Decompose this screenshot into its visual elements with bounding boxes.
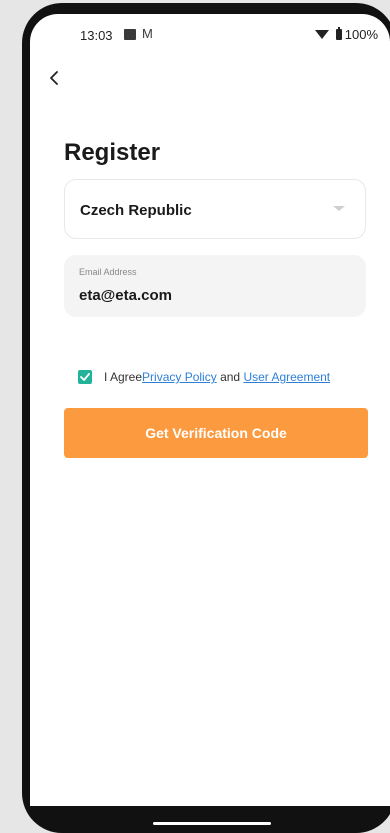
page-title: Register [64, 139, 161, 166]
home-indicator[interactable] [153, 822, 271, 825]
notification-square-icon [124, 29, 136, 40]
battery-icon [335, 27, 342, 40]
agree-checkbox[interactable] [78, 370, 92, 384]
status-time: 13:03 [80, 28, 113, 43]
get-verification-code-button[interactable]: Get Verification Code [64, 408, 368, 458]
agreement-row: I Agree Privacy Policy and User Agreemen… [78, 367, 368, 387]
user-agreement-link[interactable]: User Agreement [243, 370, 330, 384]
privacy-policy-link[interactable]: Privacy Policy [142, 370, 217, 384]
email-value[interactable]: eta@eta.com [79, 287, 172, 304]
check-icon [80, 373, 90, 381]
status-bar: 13:03 M 100% [30, 14, 390, 54]
agree-prefix: I Agree [104, 370, 143, 384]
agree-and-text: and [220, 370, 241, 384]
gmail-icon: M [142, 26, 153, 41]
agree-conjunction: and [217, 370, 244, 384]
chevron-left-icon [50, 71, 58, 85]
country-select[interactable]: Czech Republic [64, 179, 366, 239]
battery-level: 100% [344, 27, 378, 42]
app-screen: 13:03 M 100% Register Czech Republic Ema… [30, 14, 390, 806]
wifi-icon [314, 30, 329, 39]
country-value: Czech Republic [80, 202, 192, 219]
dropdown-arrow-icon [333, 206, 345, 211]
email-label: Email Address [79, 267, 137, 277]
status-right-group: 100% [314, 27, 378, 42]
email-field[interactable]: Email Address eta@eta.com [64, 255, 366, 317]
back-button[interactable] [42, 66, 66, 90]
